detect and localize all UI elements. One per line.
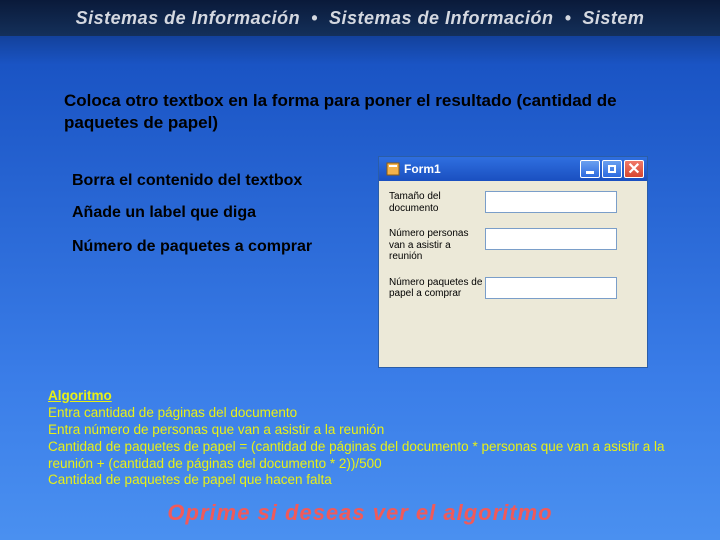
form-window: Form1 ✕ Tamaño del documento Número pers… (378, 156, 648, 368)
main-instruction: Coloca otro textbox en la forma para pon… (64, 90, 664, 134)
separator: • (311, 8, 318, 29)
algorithm-block: Algoritmo Entra cantidad de páginas del … (48, 388, 688, 489)
textbox-document-size[interactable] (485, 191, 617, 213)
form-body: Tamaño del documento Número personas van… (379, 181, 647, 324)
bullet-add-label: Añade un label que diga (72, 204, 256, 222)
algorithm-line: Entra número de personas que van a asist… (48, 422, 384, 437)
form-row: Tamaño del documento (389, 191, 637, 214)
textbox-packages[interactable] (485, 277, 617, 299)
window-buttons: ✕ (580, 160, 644, 178)
form-label-packages: Número paquetes de papel a comprar (389, 277, 485, 300)
algorithm-header: Algoritmo (48, 388, 112, 403)
algorithm-line: Cantidad de paquetes de papel = (cantida… (48, 439, 665, 471)
minimize-button[interactable] (580, 160, 600, 178)
form-label-size: Tamaño del documento (389, 191, 485, 214)
banner-text: Sistem (582, 8, 644, 29)
banner-text: Sistemas de Información (76, 8, 301, 29)
form-label-people: Número personas van a asistir a reunión (389, 228, 485, 263)
close-button[interactable]: ✕ (624, 160, 644, 178)
title-left: Form1 (382, 162, 441, 176)
algorithm-line: Entra cantidad de páginas del documento (48, 405, 297, 420)
banner-text: Sistemas de Información (329, 8, 554, 29)
window-title: Form1 (404, 162, 441, 176)
header-banner: Sistemas de Información • Sistemas de In… (0, 0, 720, 36)
separator: • (565, 8, 572, 29)
slide: Sistemas de Información • Sistemas de In… (0, 0, 720, 540)
form-row: Número paquetes de papel a comprar (389, 277, 637, 300)
app-icon (386, 162, 400, 176)
bullet-label-text: Número de paquetes a comprar (72, 238, 312, 256)
titlebar: Form1 ✕ (379, 157, 647, 181)
algorithm-line: Cantidad de paquetes de papel que hacen … (48, 472, 332, 487)
maximize-button[interactable] (602, 160, 622, 178)
cta-text: Oprime si deseas ver el algoritmo (0, 500, 720, 526)
textbox-people-count[interactable] (485, 228, 617, 250)
bullet-erase: Borra el contenido del textbox (72, 172, 302, 190)
form-row: Número personas van a asistir a reunión (389, 228, 637, 263)
